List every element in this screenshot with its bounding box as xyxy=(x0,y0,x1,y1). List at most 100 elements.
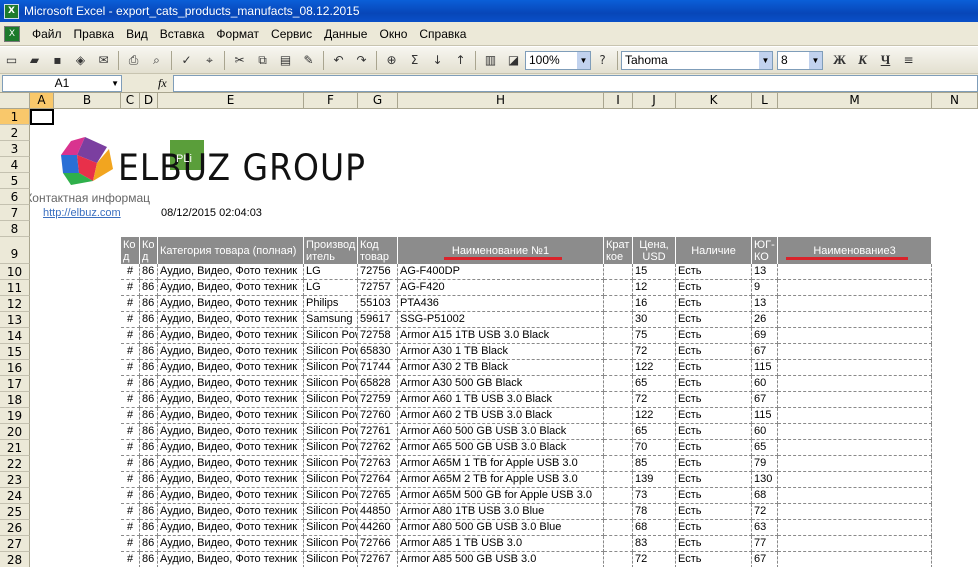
table-cell[interactable]: 67 xyxy=(752,392,778,408)
table-cell[interactable]: Аудио, Видео, Фото техник xyxy=(158,552,304,567)
table-cell[interactable]: 67 xyxy=(752,552,778,567)
table-cell[interactable] xyxy=(778,376,932,392)
table-cell[interactable]: Есть xyxy=(676,312,752,328)
table-cell[interactable] xyxy=(604,328,633,344)
table-cell[interactable]: Есть xyxy=(676,328,752,344)
table-cell[interactable]: 79 xyxy=(752,456,778,472)
table-cell[interactable]: Аудио, Видео, Фото техник xyxy=(158,344,304,360)
save-icon[interactable]: ▪ xyxy=(47,50,68,71)
table-cell[interactable]: 72757 xyxy=(358,280,398,296)
table-cell[interactable]: Armor A65M 2 TB for Apple USB 3.0 xyxy=(398,472,604,488)
table-cell[interactable]: Аудио, Видео, Фото техник xyxy=(158,264,304,280)
table-cell[interactable]: Есть xyxy=(676,408,752,424)
table-cell[interactable]: 86 xyxy=(140,424,158,440)
row-header[interactable]: 2 xyxy=(0,125,30,141)
menu-item[interactable]: Справка xyxy=(413,27,472,41)
table-cell[interactable]: Есть xyxy=(676,520,752,536)
table-cell[interactable]: Armor A80 1TB USB 3.0 Blue xyxy=(398,504,604,520)
underline-button[interactable]: Ч xyxy=(875,50,896,71)
table-cell[interactable]: 68 xyxy=(752,488,778,504)
column-header[interactable]: B xyxy=(54,93,121,109)
row-header[interactable]: 9 xyxy=(0,237,30,264)
table-cell[interactable]: 85 xyxy=(633,456,676,472)
column-header[interactable]: K xyxy=(676,93,752,109)
row-header[interactable]: 13 xyxy=(0,312,30,328)
table-cell[interactable]: Есть xyxy=(676,392,752,408)
table-cell[interactable]: # xyxy=(121,328,140,344)
table-cell[interactable]: 86 xyxy=(140,296,158,312)
table-cell[interactable]: Armor A60 500 GB USB 3.0 Black xyxy=(398,424,604,440)
table-cell[interactable]: 86 xyxy=(140,536,158,552)
table-cell[interactable]: 86 xyxy=(140,408,158,424)
table-cell[interactable]: Есть xyxy=(676,504,752,520)
table-cell[interactable]: 83 xyxy=(633,536,676,552)
table-cell[interactable]: # xyxy=(121,440,140,456)
table-cell[interactable] xyxy=(604,408,633,424)
menu-item[interactable]: Вид xyxy=(120,27,154,41)
column-header[interactable]: D xyxy=(140,93,158,109)
table-cell[interactable] xyxy=(778,456,932,472)
table-cell[interactable]: Аудио, Видео, Фото техник xyxy=(158,520,304,536)
table-cell[interactable]: Silicon Pow xyxy=(304,552,358,567)
row-header[interactable]: 26 xyxy=(0,520,30,536)
table-cell[interactable] xyxy=(604,392,633,408)
table-cell[interactable]: Аудио, Видео, Фото техник xyxy=(158,312,304,328)
table-cell[interactable]: 15 xyxy=(633,264,676,280)
column-header[interactable]: M xyxy=(778,93,932,109)
table-cell[interactable]: Armor A30 500 GB Black xyxy=(398,376,604,392)
menu-item[interactable]: Формат xyxy=(210,27,265,41)
table-cell[interactable]: # xyxy=(121,424,140,440)
chevron-down-icon[interactable]: ▼ xyxy=(111,79,119,88)
table-cell[interactable]: Есть xyxy=(676,344,752,360)
workbook-icon[interactable]: X xyxy=(4,25,20,42)
table-cell[interactable]: 72 xyxy=(633,344,676,360)
table-cell[interactable] xyxy=(604,424,633,440)
undo-icon[interactable]: ↶ xyxy=(328,50,349,71)
table-cell[interactable]: Есть xyxy=(676,536,752,552)
column-header[interactable]: F xyxy=(304,93,358,109)
table-cell[interactable]: # xyxy=(121,456,140,472)
table-cell[interactable]: LG xyxy=(304,264,358,280)
table-cell[interactable] xyxy=(604,344,633,360)
table-cell[interactable]: 59617 xyxy=(358,312,398,328)
table-cell[interactable]: 72763 xyxy=(358,456,398,472)
new-icon[interactable]: ▭ xyxy=(1,50,22,71)
table-cell[interactable]: 65 xyxy=(633,424,676,440)
table-cell[interactable]: 122 xyxy=(633,360,676,376)
table-cell[interactable]: 12 xyxy=(633,280,676,296)
table-cell[interactable]: Armor A80 500 GB USB 3.0 Blue xyxy=(398,520,604,536)
hyperlink-icon[interactable]: ⊕ xyxy=(381,50,402,71)
row-header[interactable]: 16 xyxy=(0,360,30,376)
zoom-select[interactable]: 100% ▼ xyxy=(525,50,591,70)
font-select[interactable]: Tahoma ▼ xyxy=(621,50,773,70)
row-header[interactable]: 3 xyxy=(0,141,30,157)
table-cell[interactable]: Silicon Pow xyxy=(304,360,358,376)
autosum-icon[interactable]: Σ xyxy=(404,50,425,71)
formula-input[interactable] xyxy=(172,74,978,92)
column-header[interactable]: C xyxy=(121,93,140,109)
table-cell[interactable] xyxy=(778,424,932,440)
column-header[interactable]: G xyxy=(358,93,398,109)
table-cell[interactable]: # xyxy=(121,408,140,424)
permission-icon[interactable]: ◈ xyxy=(70,50,91,71)
table-cell[interactable] xyxy=(778,344,932,360)
table-header-cell[interactable]: Крат кое xyxy=(604,237,633,264)
table-cell[interactable] xyxy=(778,264,932,280)
table-cell[interactable]: # xyxy=(121,552,140,567)
table-cell[interactable]: 26 xyxy=(752,312,778,328)
table-cell[interactable]: AG-F420 xyxy=(398,280,604,296)
table-cell[interactable]: # xyxy=(121,344,140,360)
table-cell[interactable]: 72759 xyxy=(358,392,398,408)
row-header[interactable]: 19 xyxy=(0,408,30,424)
chevron-down-icon[interactable]: ▼ xyxy=(759,51,772,69)
table-cell[interactable]: 115 xyxy=(752,408,778,424)
table-cell[interactable] xyxy=(778,280,932,296)
table-cell[interactable]: 86 xyxy=(140,472,158,488)
column-header[interactable]: J xyxy=(633,93,676,109)
website-link[interactable]: http://elbuz.com xyxy=(43,207,121,219)
table-cell[interactable]: Silicon Pow xyxy=(304,376,358,392)
table-cell[interactable] xyxy=(778,504,932,520)
table-cell[interactable] xyxy=(778,520,932,536)
table-cell[interactable]: 86 xyxy=(140,376,158,392)
table-cell[interactable]: Silicon Pow xyxy=(304,504,358,520)
